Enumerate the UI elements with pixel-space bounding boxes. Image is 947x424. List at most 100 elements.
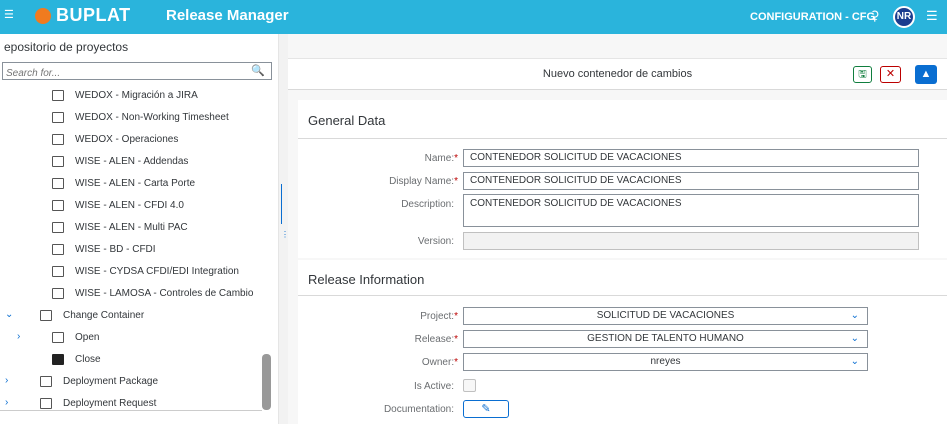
panel-bottom-border: [0, 410, 262, 411]
tree-item-label: WISE - ALEN - Carta Porte: [75, 177, 196, 189]
search-input[interactable]: [3, 65, 243, 82]
send-icon: [40, 397, 52, 409]
project-value: SOLICITUD DE VACACIONES: [596, 310, 735, 321]
tree-item-deployment-package[interactable]: Deployment Package: [40, 370, 158, 392]
project-icon: [52, 221, 64, 233]
tree-item-change-container[interactable]: Change Container: [40, 304, 144, 326]
tree-item[interactable]: WISE - ALEN - Addendas: [52, 150, 188, 172]
folder-closed-icon: [52, 353, 64, 365]
tree-item-label: Deployment Request: [63, 397, 157, 409]
name-label: Name:*: [424, 153, 458, 164]
release-select[interactable]: GESTION DE TALENTO HUMANO ⌄: [463, 330, 868, 348]
tree-item-label: WEDOX - Operaciones: [75, 133, 179, 145]
tree-item[interactable]: WEDOX - Operaciones: [52, 128, 178, 150]
tree-item-close[interactable]: Close: [52, 348, 101, 370]
configuration-label[interactable]: CONFIGURATION - CFG: [750, 11, 875, 23]
layers-icon[interactable]: ☰: [926, 8, 938, 24]
chevron-down-icon[interactable]: ⌄: [851, 354, 859, 370]
divider-line: [281, 184, 282, 224]
detail-header: Nuevo contenedor de cambios 🖫 ✕ ▲: [288, 58, 947, 90]
tree-item[interactable]: WEDOX - Non-Working Timesheet: [52, 106, 229, 128]
shell-bar: ☰ BUPLAT Release Manager CONFIGURATION -…: [0, 0, 947, 34]
general-data-section: General Data Name:* CONTENEDOR SOLICITUD…: [298, 100, 947, 258]
tree-item-label: WISE - ALEN - Multi PAC: [75, 221, 188, 233]
release-value: GESTION DE TALENTO HUMANO: [587, 333, 744, 344]
section-title: General Data: [308, 113, 386, 128]
scrollbar[interactable]: [262, 354, 271, 410]
section-divider: [298, 295, 947, 296]
tree-item[interactable]: WEDOX - Migración a JIRA: [52, 84, 198, 106]
project-select[interactable]: SOLICITUD DE VACACIONES ⌄: [463, 307, 868, 325]
project-label: Project:*: [420, 311, 458, 322]
warning-icon: ▲: [920, 68, 932, 80]
section-divider: [298, 138, 947, 139]
project-icon: [52, 111, 64, 123]
folder-open-icon: [52, 331, 64, 343]
edit-documentation-button[interactable]: ✎: [463, 400, 509, 418]
search-icon[interactable]: 🔍: [251, 64, 265, 77]
owner-label: Owner:*: [421, 357, 458, 368]
app-title: Release Manager: [166, 7, 289, 24]
panel-title: epositorio de proyectos: [4, 40, 129, 54]
project-repository-panel: epositorio de proyectos 🔍 WEDOX - Migrac…: [0, 34, 278, 424]
tree-item-label: WISE - ALEN - Addendas: [75, 155, 189, 167]
tree-item[interactable]: WISE - LAMOSA - Controles de Cambio: [52, 282, 253, 304]
tree-item-label: WISE - LAMOSA - Controles de Cambio: [75, 287, 254, 299]
tree-item-label: WISE - CYDSA CFDI/EDI Integration: [75, 265, 239, 277]
notification-bell-icon[interactable]: ⚳: [870, 8, 880, 24]
split-divider[interactable]: ⋮: [278, 34, 289, 424]
release-label: Release:*: [414, 334, 458, 345]
detail-panel: Nuevo contenedor de cambios 🖫 ✕ ▲ Genera…: [288, 34, 947, 424]
chevron-right-icon[interactable]: ›: [5, 375, 8, 386]
cancel-button[interactable]: ✕: [880, 66, 901, 83]
tree-item-label: WISE - BD - CFDI: [75, 243, 156, 255]
tree-item-label: WEDOX - Migración a JIRA: [75, 89, 198, 101]
tree-item[interactable]: WISE - BD - CFDI: [52, 238, 156, 260]
chevron-down-icon[interactable]: ⌄: [851, 308, 859, 324]
owner-select[interactable]: nreyes ⌄: [463, 353, 868, 371]
project-icon: [52, 287, 64, 299]
close-icon: ✕: [885, 68, 896, 80]
owner-value: nreyes: [650, 356, 681, 367]
menu-icon[interactable]: ☰: [4, 8, 14, 26]
project-icon: [52, 199, 64, 211]
chevron-right-icon[interactable]: ›: [5, 397, 8, 408]
version-label: Version:: [417, 236, 454, 247]
project-icon: [52, 243, 64, 255]
warning-button[interactable]: ▲: [915, 65, 937, 84]
pencil-icon: ✎: [481, 403, 491, 415]
is-active-checkbox[interactable]: [463, 379, 476, 392]
version-field: [463, 232, 919, 250]
tree-item-label: WISE - ALEN - CFDI 4.0: [75, 199, 184, 211]
change-container-icon: [40, 309, 52, 321]
tree-item-label: Open: [75, 331, 100, 343]
tree-item[interactable]: WISE - CYDSA CFDI/EDI Integration: [52, 260, 239, 282]
tree-item-label: Change Container: [63, 309, 145, 321]
save-button[interactable]: 🖫: [853, 66, 872, 83]
name-field[interactable]: CONTENEDOR SOLICITUD DE VACACIONES: [463, 149, 919, 167]
display-name-field[interactable]: CONTENEDOR SOLICITUD DE VACACIONES: [463, 172, 919, 190]
detail-title: Nuevo contenedor de cambios: [542, 68, 693, 80]
release-information-section: Release Information Project:* SOLICITUD …: [298, 260, 947, 424]
tree-item[interactable]: WISE - ALEN - Multi PAC: [52, 216, 188, 238]
project-icon: [52, 89, 64, 101]
project-icon: [52, 177, 64, 189]
description-field[interactable]: CONTENEDOR SOLICITUD DE VACACIONES: [463, 194, 919, 227]
chevron-down-icon[interactable]: ⌄: [851, 331, 859, 347]
section-title: Release Information: [308, 272, 425, 287]
project-icon: [52, 265, 64, 277]
search-field[interactable]: 🔍: [2, 62, 272, 82]
tree-item-open[interactable]: Open: [52, 326, 99, 348]
tree-item-label: WEDOX - Non-Working Timesheet: [75, 111, 229, 123]
project-icon: [52, 155, 64, 167]
tree-item[interactable]: WISE - ALEN - Carta Porte: [52, 172, 195, 194]
tree-item-label: Deployment Package: [63, 375, 159, 387]
is-active-label: Is Active:: [413, 381, 454, 392]
user-avatar[interactable]: NR: [893, 6, 915, 28]
save-icon: 🖫: [858, 69, 867, 80]
tree-item[interactable]: WISE - ALEN - CFDI 4.0: [52, 194, 184, 216]
chevron-right-icon[interactable]: ›: [17, 331, 20, 342]
package-icon: [40, 375, 52, 387]
tree-item-label: Close: [75, 353, 101, 365]
chevron-down-icon[interactable]: ⌄: [5, 309, 13, 320]
